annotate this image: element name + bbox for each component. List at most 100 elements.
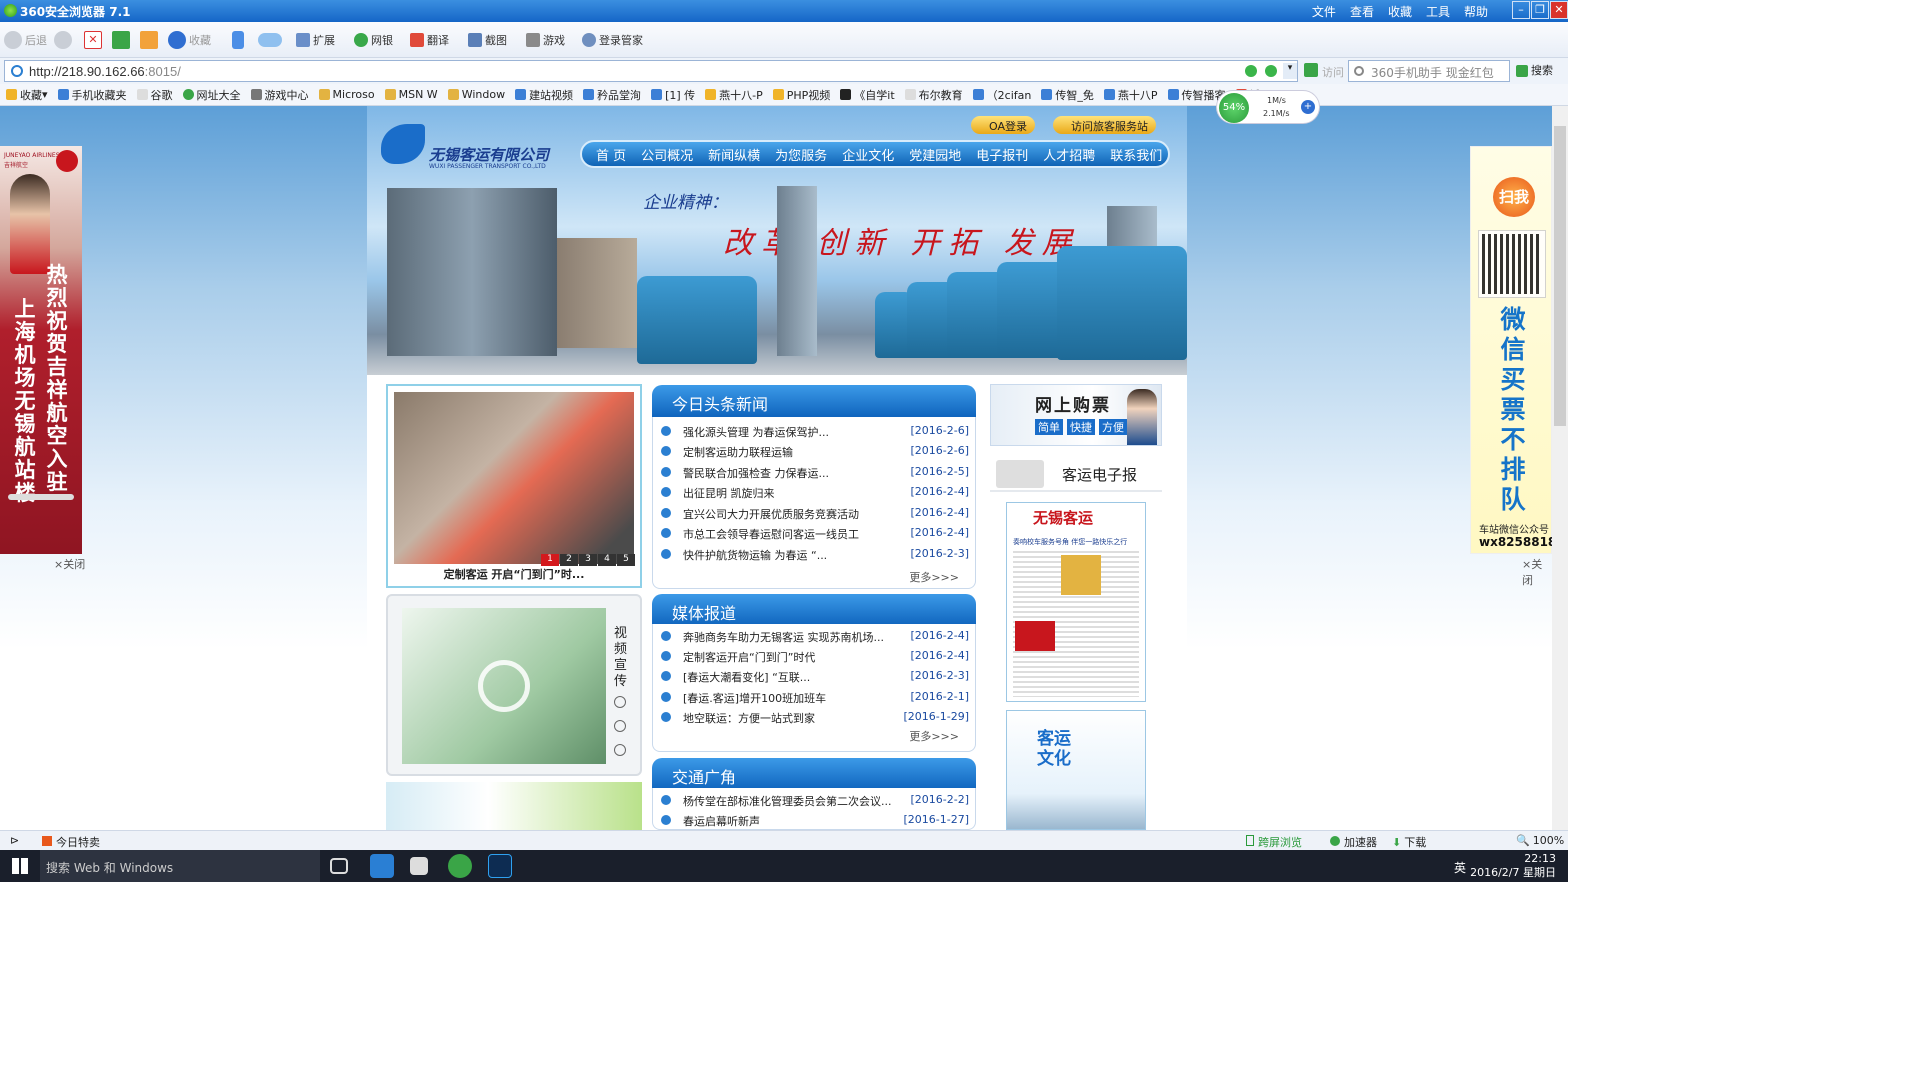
oa-login-button[interactable]: OA登录 — [971, 116, 1035, 134]
ime-indicator[interactable]: 英 — [1454, 859, 1466, 876]
close-button[interactable]: ✕ — [1550, 1, 1568, 19]
promo-banner[interactable] — [386, 782, 642, 830]
forward-button[interactable] — [54, 30, 75, 50]
scrollbar-thumb[interactable] — [1554, 126, 1566, 426]
list-item[interactable]: 市总工会领导春运慰问客运一线员工 [2016-2-4] — [661, 524, 969, 544]
download-button[interactable]: ⬇ 下载 — [1392, 834, 1426, 850]
nav-about[interactable]: 公司概况 — [641, 145, 693, 164]
left-ad-close[interactable]: ×关闭 — [54, 556, 85, 572]
media-more-link[interactable]: 更多>>> — [909, 728, 959, 744]
video-player[interactable] — [402, 608, 606, 764]
bookmark-item[interactable]: 燕十八P — [1103, 84, 1158, 105]
headlines-more-link[interactable]: 更多>>> — [909, 569, 959, 585]
pager-1[interactable]: 1 — [541, 554, 559, 566]
pager-3[interactable]: 3 — [579, 554, 597, 566]
culture-magazine[interactable]: 客运文化 — [1006, 710, 1146, 830]
bookmark-item[interactable]: [1] 传 — [651, 84, 695, 105]
bookmark-item[interactable]: 燕十八-P — [705, 84, 763, 105]
bookmark-item[interactable]: 游戏中心 — [250, 84, 309, 105]
bookmark-item[interactable]: 谷歌 — [136, 84, 173, 105]
list-item[interactable]: 地空联运：方便一站式到家 [2016-1-29] — [661, 708, 969, 728]
accelerator-button[interactable]: 加速器 — [1330, 834, 1377, 850]
stop-button[interactable]: ✕ — [84, 30, 105, 50]
list-item[interactable]: 奔驰商务车助力无锡客运 实现苏南机场... [2016-2-4] — [661, 627, 969, 647]
bookmark-item[interactable]: MSN W — [384, 84, 438, 105]
left-floating-ad[interactable]: JUNEYAO AIRLINES 吉祥航空 热烈祝贺吉祥航空入驻 上海机场无锡航… — [0, 146, 82, 554]
menu-tools[interactable]: 工具 — [1426, 3, 1450, 20]
login-manager-button[interactable]: 登录管家 — [582, 30, 643, 50]
system-clock[interactable]: 22:13 2016/2/7 星期日 — [1470, 852, 1556, 880]
list-item[interactable]: 定制客运助力联程运输 [2016-2-6] — [661, 442, 969, 462]
menu-file[interactable]: 文件 — [1312, 3, 1336, 20]
nav-jobs[interactable]: 人才招聘 — [1043, 145, 1095, 164]
compat-mode-icon[interactable] — [1265, 65, 1277, 77]
photoshop-icon[interactable] — [488, 854, 512, 878]
bank-button[interactable]: 网银 — [354, 30, 393, 50]
list-item[interactable]: 警民联合加强检查 力保春运... [2016-2-5] — [661, 463, 969, 483]
nav-culture[interactable]: 企业文化 — [842, 145, 894, 164]
cross-screen-button[interactable]: 跨屏浏览 — [1246, 834, 1302, 850]
screenshot-button[interactable]: 截图 — [468, 30, 507, 50]
passenger-service-button[interactable]: 访问旅客服务站 — [1053, 116, 1156, 134]
nav-news[interactable]: 新闻纵横 — [708, 145, 760, 164]
vertical-scrollbar[interactable] — [1552, 106, 1568, 830]
menu-view[interactable]: 查看 — [1350, 3, 1374, 20]
bookmark-item[interactable]: 布尔教育 — [904, 84, 963, 105]
list-item[interactable]: 强化源头管理 为春运保驾护... [2016-2-6] — [661, 422, 969, 442]
security-icon[interactable] — [1245, 65, 1257, 77]
bookmark-item[interactable]: 手机收藏夹 — [57, 84, 127, 105]
pager-4[interactable]: 4 — [598, 554, 616, 566]
bookmark-item[interactable]: 建站视频 — [515, 84, 573, 105]
undo-close-button[interactable]: 收藏 — [168, 30, 211, 50]
back-button[interactable]: 后退 — [4, 30, 47, 50]
menu-help[interactable]: 帮助 — [1464, 3, 1488, 20]
nav-home[interactable]: 首 页 — [596, 145, 626, 164]
bookmark-item[interactable]: （2cifan — [972, 84, 1031, 105]
windows-start-icon[interactable] — [12, 858, 28, 874]
right-floating-ad[interactable]: 扫我 微信买票不排队 车站微信公众号 wx82588188 — [1470, 146, 1552, 554]
nav-party[interactable]: 党建园地 — [909, 145, 961, 164]
sidebar-toggle-icon[interactable]: ⊳ — [10, 834, 19, 847]
address-bar[interactable]: http://218.90.162.66:8015/ ▾ — [4, 60, 1298, 82]
list-item[interactable]: 定制客运开启“门到门”时代 [2016-2-4] — [661, 647, 969, 667]
games-button[interactable]: 游戏 — [526, 30, 565, 50]
bookmark-item[interactable]: 《自学it — [840, 84, 895, 105]
list-item[interactable]: [春运.客运]增开100班加班车 [2016-2-1] — [661, 688, 969, 708]
play-button-icon[interactable] — [614, 696, 626, 708]
pause-button-icon[interactable] — [614, 720, 626, 732]
bookmark-item[interactable]: 收藏 ▾ — [6, 84, 48, 105]
photo-slideshow[interactable]: 12345 定制客运 开启“门到门”时... — [386, 384, 642, 588]
list-item[interactable]: 快件护航货物运输 为春运 “... [2016-2-3] — [661, 545, 969, 565]
search-button[interactable]: 搜索 — [1516, 62, 1553, 78]
list-item[interactable]: 出征昆明 凯旋归来 [2016-2-4] — [661, 483, 969, 503]
translate-button[interactable]: 翻译 — [410, 30, 449, 50]
refresh-button[interactable] — [112, 30, 133, 50]
go-icon[interactable] — [1304, 63, 1318, 77]
home-button[interactable] — [140, 30, 161, 50]
phone-button[interactable] — [232, 30, 247, 50]
nav-epaper[interactable]: 电子报刊 — [976, 145, 1028, 164]
nav-service[interactable]: 为您服务 — [775, 145, 827, 164]
search-input[interactable]: 360手机助手 现金红包 — [1348, 60, 1510, 82]
plus-icon[interactable]: + — [1301, 100, 1315, 114]
stop-button-icon[interactable] — [614, 744, 626, 756]
minimize-button[interactable]: – — [1512, 1, 1530, 19]
dropdown-icon[interactable]: ▾ — [1283, 63, 1297, 79]
epaper-thumbnail[interactable]: 无锡客运 奏响校车服务号角 伴您一路快乐之行 — [1006, 502, 1146, 702]
pager-5[interactable]: 5 — [617, 554, 635, 566]
bookmark-item[interactable]: 传智_免 — [1041, 84, 1094, 105]
taskbar-search[interactable]: 搜索 Web 和 Windows — [40, 850, 320, 882]
bookmark-item[interactable]: 网址大全 — [182, 84, 241, 105]
cloud-button[interactable] — [258, 30, 285, 50]
play-icon[interactable] — [478, 660, 530, 712]
list-item[interactable]: [春运大潮看变化] “互联... [2016-2-3] — [661, 667, 969, 687]
zoom-level[interactable]: 🔍 100% — [1516, 834, 1564, 847]
list-item[interactable]: 宜兴公司大力开展优质服务竞赛活动 [2016-2-4] — [661, 504, 969, 524]
browser-360-icon[interactable] — [448, 854, 472, 878]
task-view-icon[interactable] — [330, 858, 348, 874]
list-item[interactable]: 杨传堂在部标准化管理委员会第二次会议... [2016-2-2] — [661, 791, 969, 811]
edge-icon[interactable] — [370, 854, 394, 878]
today-deals[interactable]: 今日特卖 — [42, 834, 100, 850]
bookmark-item[interactable]: Microso — [318, 84, 375, 105]
pager-2[interactable]: 2 — [560, 554, 578, 566]
